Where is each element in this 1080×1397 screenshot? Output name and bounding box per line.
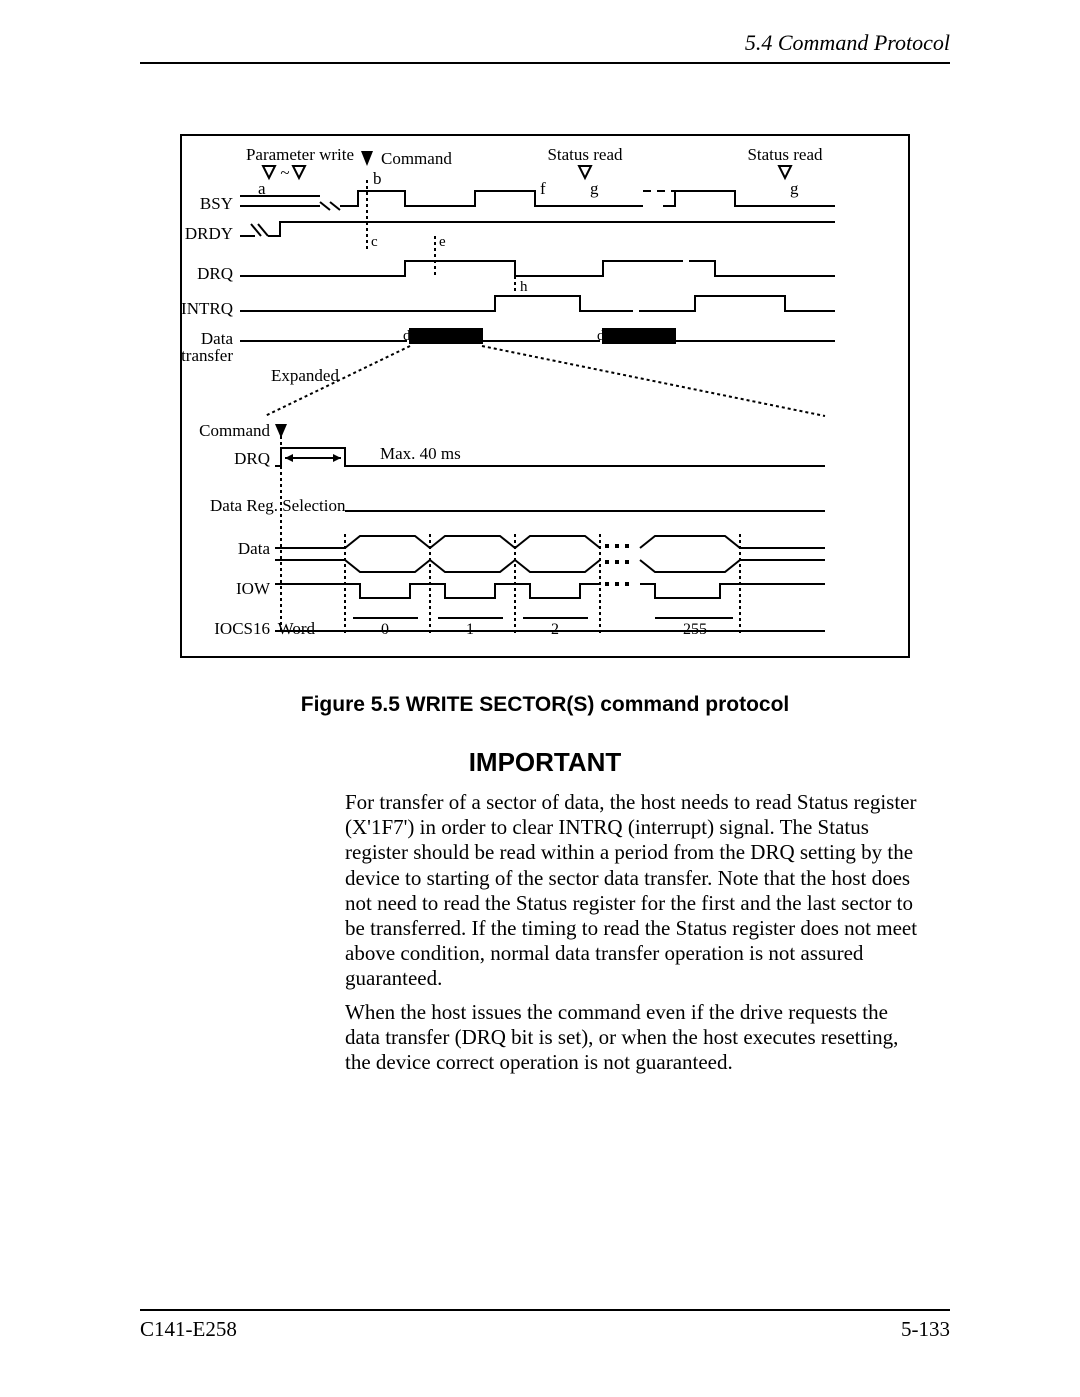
sig-drdy: DRDY [185,224,233,243]
svg-text:d: d [597,328,605,344]
sig-bsy: BSY [200,194,233,213]
page-footer: C141-E258 5-133 [140,1309,950,1342]
svg-text:e: e [439,234,446,250]
word-0: 0 [381,621,389,638]
time-g2: g [790,179,799,198]
label-status-read-1: Status read [547,145,623,164]
doc-id: C141-E258 [140,1317,237,1342]
word-255: 255 [683,621,707,638]
section-label: 5.4 Command Protocol [745,30,950,55]
label-status-read-2: Status read [747,145,823,164]
label-expanded: Expanded [271,366,339,385]
time-b: b [373,169,382,188]
time-f: f [540,179,546,198]
exp-data: Data [238,539,271,558]
sig-intrq: INTRQ [182,299,233,318]
svg-text:~: ~ [280,163,289,182]
exp-iocs16: IOCS16 [214,619,270,638]
page-header: 5.4 Command Protocol [140,30,950,64]
important-para-1: For transfer of a sector of data, the ho… [345,790,920,992]
exp-iow: IOW [236,579,271,598]
page-number: 5-133 [901,1317,950,1342]
exp-command: Command [199,421,270,440]
important-para-2: When the host issues the command even if… [345,1000,920,1076]
exp-drq: DRQ [234,449,270,468]
important-heading: IMPORTANT [140,747,950,778]
important-body: For transfer of a sector of data, the ho… [345,790,920,1075]
word-2: 2 [551,621,559,638]
svg-text:h: h [520,279,528,295]
timing-diagram: Parameter write ~ a Command b Status rea… [180,134,910,658]
sig-data-transfer-l2: transfer [182,346,233,365]
exp-max: Max. 40 ms [380,444,461,463]
time-g: g [590,179,599,198]
figure-caption: Figure 5.5 WRITE SECTOR(S) command proto… [140,693,950,717]
sig-drq: DRQ [197,264,233,283]
label-parameter-write: Parameter write [246,145,354,164]
svg-text:c: c [371,234,378,250]
label-command: Command [381,149,452,168]
exp-word: Word [278,619,316,638]
svg-text:d: d [403,328,411,344]
timing-diagram-svg: Parameter write ~ a Command b Status rea… [182,136,908,656]
word-1: 1 [466,621,474,638]
exp-data-reg: Data Reg. Selection [210,496,346,515]
